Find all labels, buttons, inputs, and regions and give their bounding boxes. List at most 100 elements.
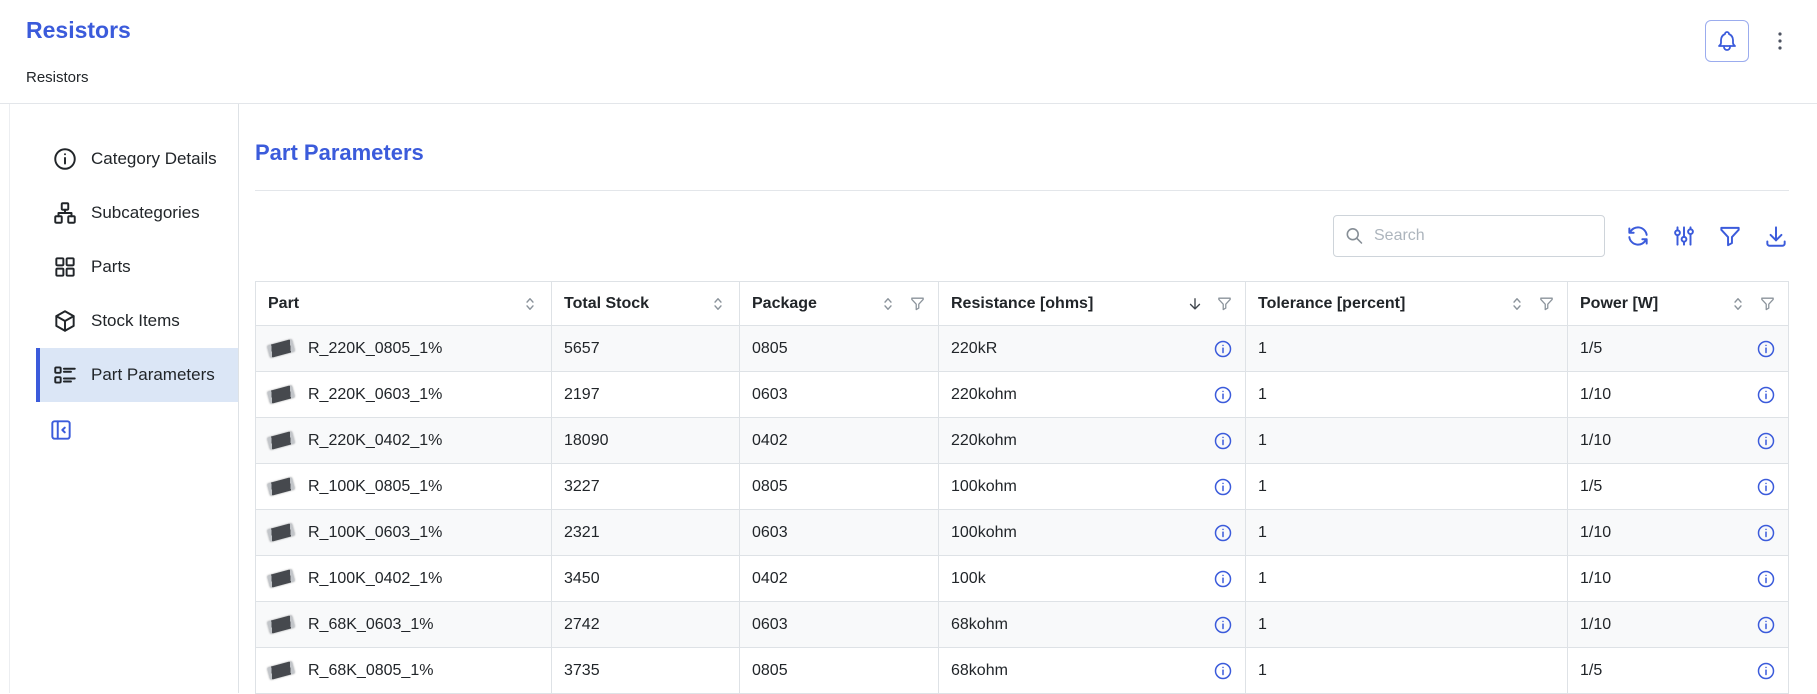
parameter-info-button[interactable] bbox=[1213, 569, 1233, 589]
tolerance-value: 1 bbox=[1258, 432, 1267, 449]
filter-icon[interactable] bbox=[1216, 295, 1233, 312]
part-cell: R_100K_0603_1% bbox=[256, 510, 552, 556]
filter-icon[interactable] bbox=[1759, 295, 1776, 312]
parameter-info-button[interactable] bbox=[1756, 431, 1776, 451]
parameter-info-button[interactable] bbox=[1756, 477, 1776, 497]
power-cell: 1/10 bbox=[1568, 556, 1789, 602]
parameter-info-button[interactable] bbox=[1213, 615, 1233, 635]
resistance-value: 68kohm bbox=[951, 616, 1008, 634]
table-toolbar bbox=[255, 215, 1789, 257]
tolerance-value: 1 bbox=[1258, 478, 1267, 495]
filter-icon[interactable] bbox=[909, 295, 926, 312]
parameter-info-button[interactable] bbox=[1213, 431, 1233, 451]
sidebar-item-stock-items[interactable]: Stock Items bbox=[36, 294, 238, 348]
table-row[interactable]: R_100K_0805_1% 3227 0805 100kohm 1 1/5 bbox=[256, 464, 1789, 510]
part-name: R_220K_0805_1% bbox=[308, 340, 442, 358]
package-value: 0805 bbox=[752, 662, 788, 679]
filter-button[interactable] bbox=[1717, 223, 1743, 249]
total-stock-cell: 2197 bbox=[552, 372, 740, 418]
notifications-button[interactable] bbox=[1705, 20, 1749, 62]
parameter-info-button[interactable] bbox=[1756, 661, 1776, 681]
info-circle-icon bbox=[1756, 339, 1776, 359]
info-circle-icon bbox=[1213, 523, 1233, 543]
column-header-package[interactable]: Package bbox=[740, 282, 939, 326]
package-value: 0603 bbox=[752, 616, 788, 633]
column-header-power[interactable]: Power [W] bbox=[1568, 282, 1789, 326]
info-circle-icon bbox=[1213, 615, 1233, 635]
table-row[interactable]: R_220K_0402_1% 18090 0402 220kohm 1 1/10 bbox=[256, 418, 1789, 464]
resistance-value: 100k bbox=[951, 570, 986, 588]
parameter-info-button[interactable] bbox=[1756, 385, 1776, 405]
sort-icon[interactable] bbox=[1508, 295, 1526, 313]
content-shell: Category Details Subcategories Parts Sto… bbox=[9, 104, 1817, 693]
column-header-part[interactable]: Part bbox=[256, 282, 552, 326]
parameter-info-button[interactable] bbox=[1213, 339, 1233, 359]
info-circle-icon bbox=[1756, 385, 1776, 405]
parameter-info-button[interactable] bbox=[1213, 385, 1233, 405]
download-button[interactable] bbox=[1763, 223, 1789, 249]
power-value: 1/10 bbox=[1580, 432, 1611, 450]
sidebar-item-subcategories[interactable]: Subcategories bbox=[36, 186, 238, 240]
sort-icon[interactable] bbox=[709, 295, 727, 313]
table-row[interactable]: R_220K_0805_1% 5657 0805 220kR 1 1/5 bbox=[256, 326, 1789, 372]
package-value: 0603 bbox=[752, 386, 788, 403]
sort-desc-icon[interactable] bbox=[1186, 295, 1204, 313]
sort-icon[interactable] bbox=[879, 295, 897, 313]
resistance-value: 100kohm bbox=[951, 524, 1017, 542]
sidebar-item-category-details[interactable]: Category Details bbox=[36, 132, 238, 186]
parameter-info-button[interactable] bbox=[1756, 569, 1776, 589]
power-value: 1/5 bbox=[1580, 478, 1602, 496]
overflow-menu-button[interactable] bbox=[1767, 24, 1793, 58]
column-settings-button[interactable] bbox=[1671, 223, 1697, 249]
parameter-info-button[interactable] bbox=[1213, 523, 1233, 543]
tolerance-cell: 1 bbox=[1246, 464, 1568, 510]
part-name: R_220K_0603_1% bbox=[308, 386, 442, 404]
parameter-info-button[interactable] bbox=[1213, 661, 1233, 681]
column-header-resistance[interactable]: Resistance [ohms] bbox=[939, 282, 1246, 326]
table-row[interactable]: R_68K_0603_1% 2742 0603 68kohm 1 1/10 bbox=[256, 602, 1789, 648]
parameter-info-button[interactable] bbox=[1756, 523, 1776, 543]
part-cell: R_100K_0805_1% bbox=[256, 464, 552, 510]
collapse-sidebar-button[interactable] bbox=[48, 416, 76, 444]
total-stock-value: 2321 bbox=[564, 524, 600, 541]
table-row[interactable]: R_68K_0805_1% 3735 0805 68kohm 1 1/5 bbox=[256, 648, 1789, 694]
breadcrumb[interactable]: Resistors bbox=[26, 70, 131, 86]
info-circle-icon bbox=[1213, 569, 1233, 589]
sort-icon[interactable] bbox=[521, 295, 539, 313]
column-header-tolerance[interactable]: Tolerance [percent] bbox=[1246, 282, 1568, 326]
table-row[interactable]: R_100K_0402_1% 3450 0402 100k 1 1/10 bbox=[256, 556, 1789, 602]
list-details-icon bbox=[52, 362, 78, 388]
part-thumbnail bbox=[267, 477, 295, 496]
table-row[interactable]: R_220K_0603_1% 2197 0603 220kohm 1 1/10 bbox=[256, 372, 1789, 418]
parameter-info-button[interactable] bbox=[1213, 477, 1233, 497]
refresh-button[interactable] bbox=[1625, 223, 1651, 249]
power-cell: 1/5 bbox=[1568, 326, 1789, 372]
parameter-info-button[interactable] bbox=[1756, 615, 1776, 635]
package-value: 0805 bbox=[752, 478, 788, 495]
resistance-value: 220kR bbox=[951, 340, 997, 358]
total-stock-cell: 2742 bbox=[552, 602, 740, 648]
table-body: R_220K_0805_1% 5657 0805 220kR 1 1/5 bbox=[256, 326, 1789, 694]
part-name: R_100K_0805_1% bbox=[308, 478, 442, 496]
collapse-sidebar-icon bbox=[48, 417, 74, 443]
part-name: R_100K_0603_1% bbox=[308, 524, 442, 542]
tolerance-value: 1 bbox=[1258, 570, 1267, 587]
filter-icon[interactable] bbox=[1538, 295, 1555, 312]
sidebar-item-parts[interactable]: Parts bbox=[36, 240, 238, 294]
table-row[interactable]: R_100K_0603_1% 2321 0603 100kohm 1 1/10 bbox=[256, 510, 1789, 556]
parameter-info-button[interactable] bbox=[1756, 339, 1776, 359]
column-label: Part bbox=[268, 295, 299, 313]
sidebar-item-part-parameters[interactable]: Part Parameters bbox=[36, 348, 238, 402]
part-cell: R_220K_0603_1% bbox=[256, 372, 552, 418]
info-circle-icon bbox=[1213, 431, 1233, 451]
total-stock-value: 2197 bbox=[564, 386, 600, 403]
search-input[interactable] bbox=[1333, 215, 1605, 257]
adjustments-icon bbox=[1671, 223, 1697, 249]
tolerance-value: 1 bbox=[1258, 386, 1267, 403]
tolerance-cell: 1 bbox=[1246, 602, 1568, 648]
sort-icon[interactable] bbox=[1729, 295, 1747, 313]
total-stock-cell: 3227 bbox=[552, 464, 740, 510]
column-header-total-stock[interactable]: Total Stock bbox=[552, 282, 740, 326]
refresh-icon bbox=[1625, 223, 1651, 249]
total-stock-cell: 2321 bbox=[552, 510, 740, 556]
